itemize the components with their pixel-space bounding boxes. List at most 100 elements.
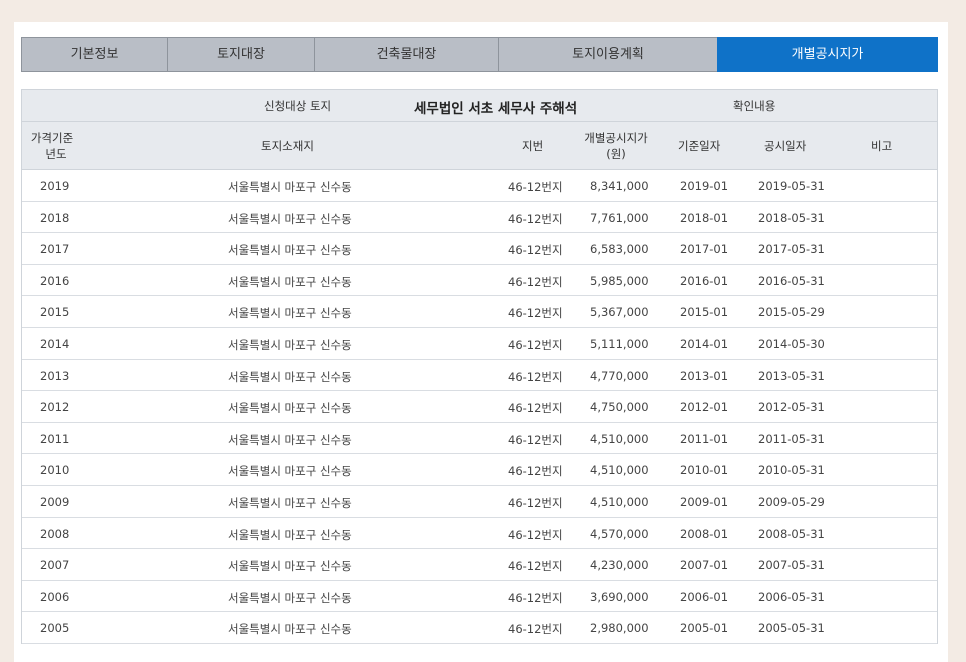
- cell-address: 서울특별시 마포구 신수동: [228, 495, 352, 510]
- cell-lot: 46-12번지: [508, 274, 563, 289]
- cell-lot: 46-12번지: [508, 211, 563, 226]
- cell-year: 2016: [40, 273, 70, 288]
- cell-base-date: 2017-01: [680, 242, 729, 257]
- table-row: 2013 서울특별시 마포구 신수동 46-12번지 4,770,000 2013-01…: [22, 360, 937, 392]
- cell-price: 4,510,000: [590, 463, 649, 478]
- cell-lot: 46-12번지: [508, 401, 563, 416]
- cell-lot: 46-12번지: [508, 590, 563, 605]
- cell-price: 8,341,000: [590, 179, 649, 193]
- cell-pub-date: 2013-05-31: [758, 368, 825, 383]
- table-row: 2012 서울특별시 마포구 신수동 46-12번지 4,750,000 2012-01…: [22, 391, 937, 423]
- cell-base-date: 2011-01: [680, 431, 729, 446]
- summary-header: 신청대상 토지 세무법인 서초 세무사 주해석 확인내용: [22, 90, 937, 122]
- cell-pub-date: 2010-05-31: [758, 463, 825, 478]
- cell-lot: 46-12번지: [508, 306, 563, 321]
- tab-land-use-plan[interactable]: 토지이용계획: [498, 37, 717, 72]
- applicant-value: 세무법인 서초 세무사 주해석: [414, 101, 578, 117]
- cell-base-date: 2012-01: [680, 400, 729, 415]
- tab-land-register[interactable]: 토지대장: [167, 37, 314, 72]
- cell-price: 4,230,000: [590, 558, 649, 573]
- cell-lot: 46-12번지: [508, 180, 563, 194]
- cell-lot: 46-12번지: [508, 337, 563, 352]
- cell-address: 서울특별시 마포구 신수동: [228, 590, 352, 605]
- cell-base-date: 2014-01: [680, 336, 729, 351]
- cell-base-date: 2018-01: [680, 210, 729, 225]
- cell-address: 서울특별시 마포구 신수동: [228, 527, 352, 542]
- cell-pub-date: 2016-05-31: [758, 273, 825, 288]
- table-row: 2011 서울특별시 마포구 신수동 46-12번지 4,510,000 2011-01…: [22, 423, 937, 455]
- confirm-label: 확인내용: [733, 99, 776, 113]
- cell-pub-date: 2015-05-29: [758, 305, 825, 320]
- cell-pub-date: 2009-05-29: [758, 494, 825, 509]
- cell-pub-date: 2018-05-31: [758, 210, 825, 225]
- cell-price: 3,690,000: [590, 589, 649, 604]
- cell-address: 서울특별시 마포구 신수동: [228, 559, 352, 574]
- cell-price: 4,750,000: [590, 400, 649, 415]
- cell-price: 4,570,000: [590, 526, 649, 541]
- cell-year: 2008: [40, 526, 70, 541]
- cell-base-date: 2013-01: [680, 368, 729, 383]
- col-note-header: 비고: [871, 139, 893, 153]
- table-row: 2018 서울특별시 마포구 신수동 46-12번지 7,761,000 2018-01…: [22, 202, 937, 234]
- cell-price: 4,510,000: [590, 494, 649, 509]
- cell-base-date: 2008-01: [680, 526, 729, 541]
- column-header: 가격기준 년도 토지소재지 지번 개별공시지가 (원) 기준일자 공시일자 비고: [22, 122, 937, 170]
- cell-lot: 46-12번지: [508, 527, 563, 542]
- cell-pub-date: 2017-05-31: [758, 242, 825, 257]
- cell-year: 2018: [40, 210, 70, 225]
- cell-year: 2013: [40, 368, 70, 383]
- tab-building-register[interactable]: 건축물대장: [314, 37, 498, 72]
- cell-lot: 46-12번지: [508, 432, 563, 447]
- cell-pub-date: 2005-05-31: [758, 621, 825, 636]
- tab-bar: 기본정보 토지대장 건축물대장 토지이용계획 개별공시지가: [21, 37, 938, 72]
- table-row: 2014 서울특별시 마포구 신수동 46-12번지 5,111,000 2014-01…: [22, 328, 937, 360]
- cell-address: 서울특별시 마포구 신수동: [228, 274, 352, 289]
- col-year-line2: 년도: [45, 147, 67, 161]
- cell-year: 2010: [40, 463, 70, 478]
- cell-address: 서울특별시 마포구 신수동: [228, 401, 352, 416]
- cell-pub-date: 2006-05-31: [758, 589, 825, 604]
- cell-price: 7,761,000: [590, 210, 649, 225]
- col-year-header: 가격기준 년도: [30, 130, 74, 162]
- tab-official-land-price[interactable]: 개별공시지가: [717, 37, 938, 72]
- cell-year: 2017: [40, 242, 70, 257]
- cell-price: 4,770,000: [590, 368, 649, 383]
- table-row: 2016 서울특별시 마포구 신수동 46-12번지 5,985,000 2016-01…: [22, 265, 937, 297]
- cell-base-date: 2005-01: [680, 621, 729, 636]
- cell-address: 서울특별시 마포구 신수동: [228, 337, 352, 352]
- cell-year: 2007: [40, 558, 70, 573]
- table-row: 2009 서울특별시 마포구 신수동 46-12번지 4,510,000 2009-01…: [22, 486, 937, 518]
- cell-year: 2019: [40, 179, 70, 193]
- cell-year: 2005: [40, 621, 70, 636]
- cell-base-date: 2019-01: [680, 179, 729, 193]
- col-price-line1: 개별공시지가: [584, 131, 648, 145]
- col-address-header: 토지소재지: [261, 139, 314, 153]
- cell-address: 서울특별시 마포구 신수동: [228, 369, 352, 384]
- cell-lot: 46-12번지: [508, 464, 563, 479]
- cell-base-date: 2016-01: [680, 273, 729, 288]
- cell-price: 6,583,000: [590, 242, 649, 257]
- land-price-table: 신청대상 토지 세무법인 서초 세무사 주해석 확인내용 가격기준 년도 토지소…: [21, 89, 938, 644]
- col-pub-date-header: 공시일자: [764, 139, 807, 153]
- table-body: 2019 서울특별시 마포구 신수동 46-12번지 8,341,000 2019-01…: [22, 170, 937, 644]
- col-base-date-header: 기준일자: [678, 139, 721, 153]
- cell-base-date: 2006-01: [680, 589, 729, 604]
- cell-price: 5,367,000: [590, 305, 649, 320]
- cell-address: 서울특별시 마포구 신수동: [228, 464, 352, 479]
- cell-price: 5,111,000: [590, 336, 649, 351]
- cell-lot: 46-12번지: [508, 622, 563, 637]
- col-price-header: 개별공시지가 (원): [582, 130, 650, 162]
- col-lot-header: 지번: [522, 139, 544, 153]
- cell-year: 2011: [40, 431, 70, 446]
- table-row: 2017 서울특별시 마포구 신수동 46-12번지 6,583,000 2017-01…: [22, 233, 937, 265]
- table-row: 2010 서울특별시 마포구 신수동 46-12번지 4,510,000 2010-01…: [22, 454, 937, 486]
- table-row: 2007 서울특별시 마포구 신수동 46-12번지 4,230,000 2007-01…: [22, 549, 937, 581]
- tab-basic-info[interactable]: 기본정보: [21, 37, 167, 72]
- cell-year: 2006: [40, 589, 70, 604]
- applicant-label: 신청대상 토지: [264, 99, 332, 113]
- cell-address: 서울특별시 마포구 신수동: [228, 306, 352, 321]
- cell-pub-date: 2007-05-31: [758, 558, 825, 573]
- table-row: 2008 서울특별시 마포구 신수동 46-12번지 4,570,000 2008-01…: [22, 518, 937, 550]
- cell-address: 서울특별시 마포구 신수동: [228, 243, 352, 258]
- cell-year: 2014: [40, 336, 70, 351]
